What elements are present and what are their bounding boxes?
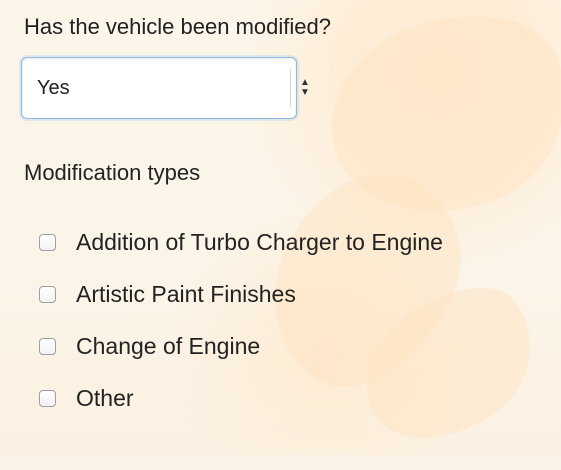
option-label: Artistic Paint Finishes <box>76 281 296 307</box>
chevron-up-down-icon: ▲ ▼ <box>300 77 310 98</box>
option-label: Other <box>76 385 134 411</box>
checkbox-icon[interactable] <box>39 337 56 355</box>
checkbox-icon[interactable] <box>39 285 56 303</box>
modification-option-other[interactable]: Other <box>39 382 134 414</box>
select-divider <box>290 69 291 107</box>
form-content: Has the vehicle been modified? Yes ▲ ▼ M… <box>0 0 561 455</box>
vehicle-modified-question: Has the vehicle been modified? <box>24 14 331 39</box>
checkbox-icon[interactable] <box>39 389 56 407</box>
modification-types-label: Modification types <box>24 160 201 185</box>
checkbox-icon[interactable] <box>39 233 56 251</box>
selected-value: Yes <box>37 77 70 99</box>
modification-option-change-engine[interactable]: Change of Engine <box>39 330 260 362</box>
vehicle-modified-select[interactable]: Yes ▲ ▼ <box>21 57 310 119</box>
modification-option-artistic-paint[interactable]: Artistic Paint Finishes <box>39 278 296 310</box>
option-label: Addition of Turbo Charger to Engine <box>76 229 443 255</box>
option-label: Change of Engine <box>76 333 261 359</box>
modification-option-turbo-charger[interactable]: Addition of Turbo Charger to Engine <box>39 226 443 258</box>
